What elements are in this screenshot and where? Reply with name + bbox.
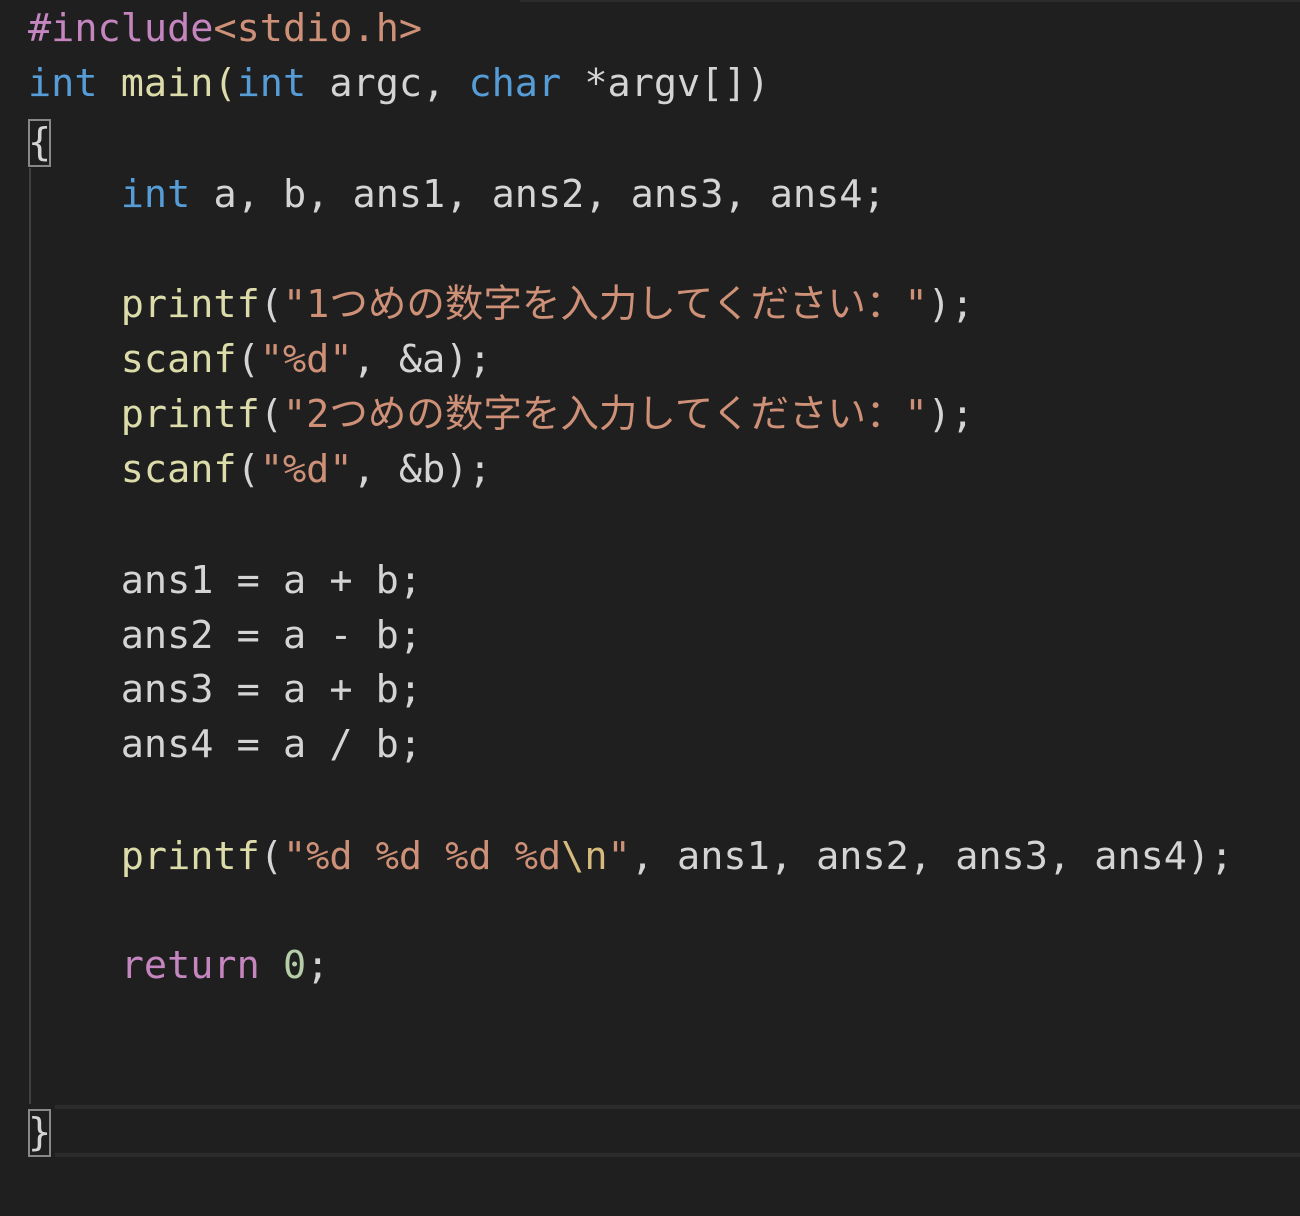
code-line-12[interactable]: ans2 = a - b;: [28, 608, 422, 663]
param-argv: *argv[]): [561, 61, 770, 106]
code-line-9[interactable]: scanf("%d", &b);: [28, 442, 492, 497]
paren: (: [259, 392, 283, 437]
format-string: "%d": [259, 337, 353, 382]
format-string: "%d": [259, 447, 353, 492]
scanf-args: , &a);: [352, 337, 492, 382]
main-function-name: main(: [97, 61, 237, 106]
escape-sequence: \n: [561, 834, 608, 879]
code-line-8[interactable]: printf("2つめの数字を入力してください：");: [28, 387, 974, 442]
code-line-3[interactable]: {: [28, 115, 52, 170]
string-literal: "2つめの数字を入力してください：": [282, 392, 928, 437]
code-editor[interactable]: #include<stdio.h> int main(int argc, cha…: [0, 0, 1300, 1216]
assignment-ans2: ans2 = a - b;: [120, 613, 423, 658]
code-line-7[interactable]: scanf("%d", &a);: [28, 332, 492, 387]
paren: (: [236, 447, 260, 492]
string-quote: ": [607, 834, 631, 879]
printf-args: , ans1, ans2, ans3, ans4);: [630, 834, 1234, 879]
scanf-call: scanf: [120, 337, 237, 382]
statement-end: );: [927, 282, 975, 327]
paren: (: [259, 834, 283, 879]
paren: (: [259, 282, 283, 327]
close-brace-matched: }: [28, 1109, 52, 1157]
code-line-16[interactable]: printf("%d %d %d %d\n", ans1, ans2, ans3…: [28, 829, 1234, 884]
assignment-ans4: ans4 = a / b;: [120, 722, 423, 767]
type-keyword: int: [28, 61, 98, 106]
scanf-call: scanf: [120, 447, 237, 492]
scanf-args: , &b);: [352, 447, 492, 492]
type-keyword: int: [236, 61, 307, 106]
param-argc: argc,: [306, 61, 469, 106]
current-line-highlight: [55, 1105, 1300, 1157]
code-line-6[interactable]: printf("1つめの数字を入力してください：");: [28, 277, 974, 332]
type-keyword: char: [468, 61, 562, 106]
code-line-11[interactable]: ans1 = a + b;: [28, 553, 422, 608]
code-line-1[interactable]: #include<stdio.h>: [28, 1, 422, 56]
assignment-ans3: ans3 = a + b;: [120, 667, 423, 712]
include-directive: #include: [28, 6, 214, 51]
assignment-ans1: ans1 = a + b;: [120, 558, 423, 603]
code-line-2[interactable]: int main(int argc, char *argv[]): [28, 56, 770, 111]
editor-top-border: [520, 0, 1300, 2]
printf-call: printf: [120, 392, 260, 437]
code-line-18[interactable]: return 0;: [28, 938, 330, 993]
code-line-13[interactable]: ans3 = a + b;: [28, 662, 422, 717]
printf-call: printf: [120, 282, 260, 327]
open-brace-matched: {: [28, 119, 52, 167]
string-literal: "1つめの数字を入力してください：": [282, 282, 928, 327]
code-line-21[interactable]: }: [28, 1105, 52, 1160]
include-header: <stdio.h>: [213, 6, 423, 51]
variable-declarations: a, b, ans1, ans2, ans3, ans4;: [190, 172, 886, 217]
code-line-4[interactable]: int a, b, ans1, ans2, ans3, ans4;: [28, 167, 886, 222]
code-line-14[interactable]: ans4 = a / b;: [28, 717, 422, 772]
paren: (: [236, 337, 260, 382]
return-keyword: return: [120, 943, 260, 988]
statement-end: );: [927, 392, 975, 437]
format-string: "%d %d %d %d: [282, 834, 562, 879]
type-keyword: int: [120, 172, 191, 217]
return-value: 0: [282, 943, 307, 988]
printf-call: printf: [120, 834, 260, 879]
statement-end: ;: [306, 943, 330, 988]
